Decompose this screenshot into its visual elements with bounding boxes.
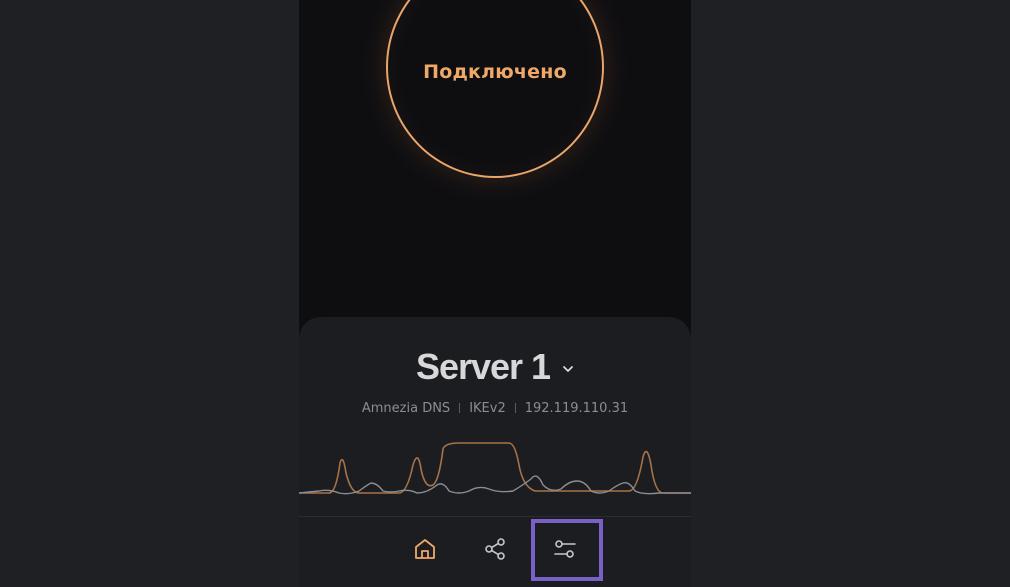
traffic-line-download [299,442,691,494]
chevron-down-icon [563,366,573,372]
divider [459,403,461,413]
server-name: Server 1 [415,346,551,387]
server-details: Amnezia DNS IKEv2 192.119.110.31 [299,399,691,417]
app-window: Подключено Server 1 Amnezia DNS IKEv2 19… [0,0,1010,587]
divider [514,403,516,413]
server-sheet: Server 1 Amnezia DNS IKEv2 192.119.110.3… [299,317,691,587]
home-icon [415,539,435,559]
traffic-graph [299,442,691,495]
ip-label: 192.119.110.31 [524,400,629,416]
protocol-label: IKEv2 [469,400,506,416]
share-icon [485,538,505,560]
nav-share-button[interactable] [465,523,525,575]
server-selector[interactable]: Server 1 [299,345,691,389]
bottom-nav [299,516,691,587]
dns-label: Amnezia DNS [361,400,451,416]
nav-home-button[interactable] [395,523,455,575]
connect-button[interactable]: Подключено [386,0,604,178]
phone-screen: Подключено Server 1 Amnezia DNS IKEv2 19… [299,0,691,587]
traffic-line-upload [299,475,691,495]
connection-status-label: Подключено [423,61,567,83]
highlight-box [531,519,603,581]
